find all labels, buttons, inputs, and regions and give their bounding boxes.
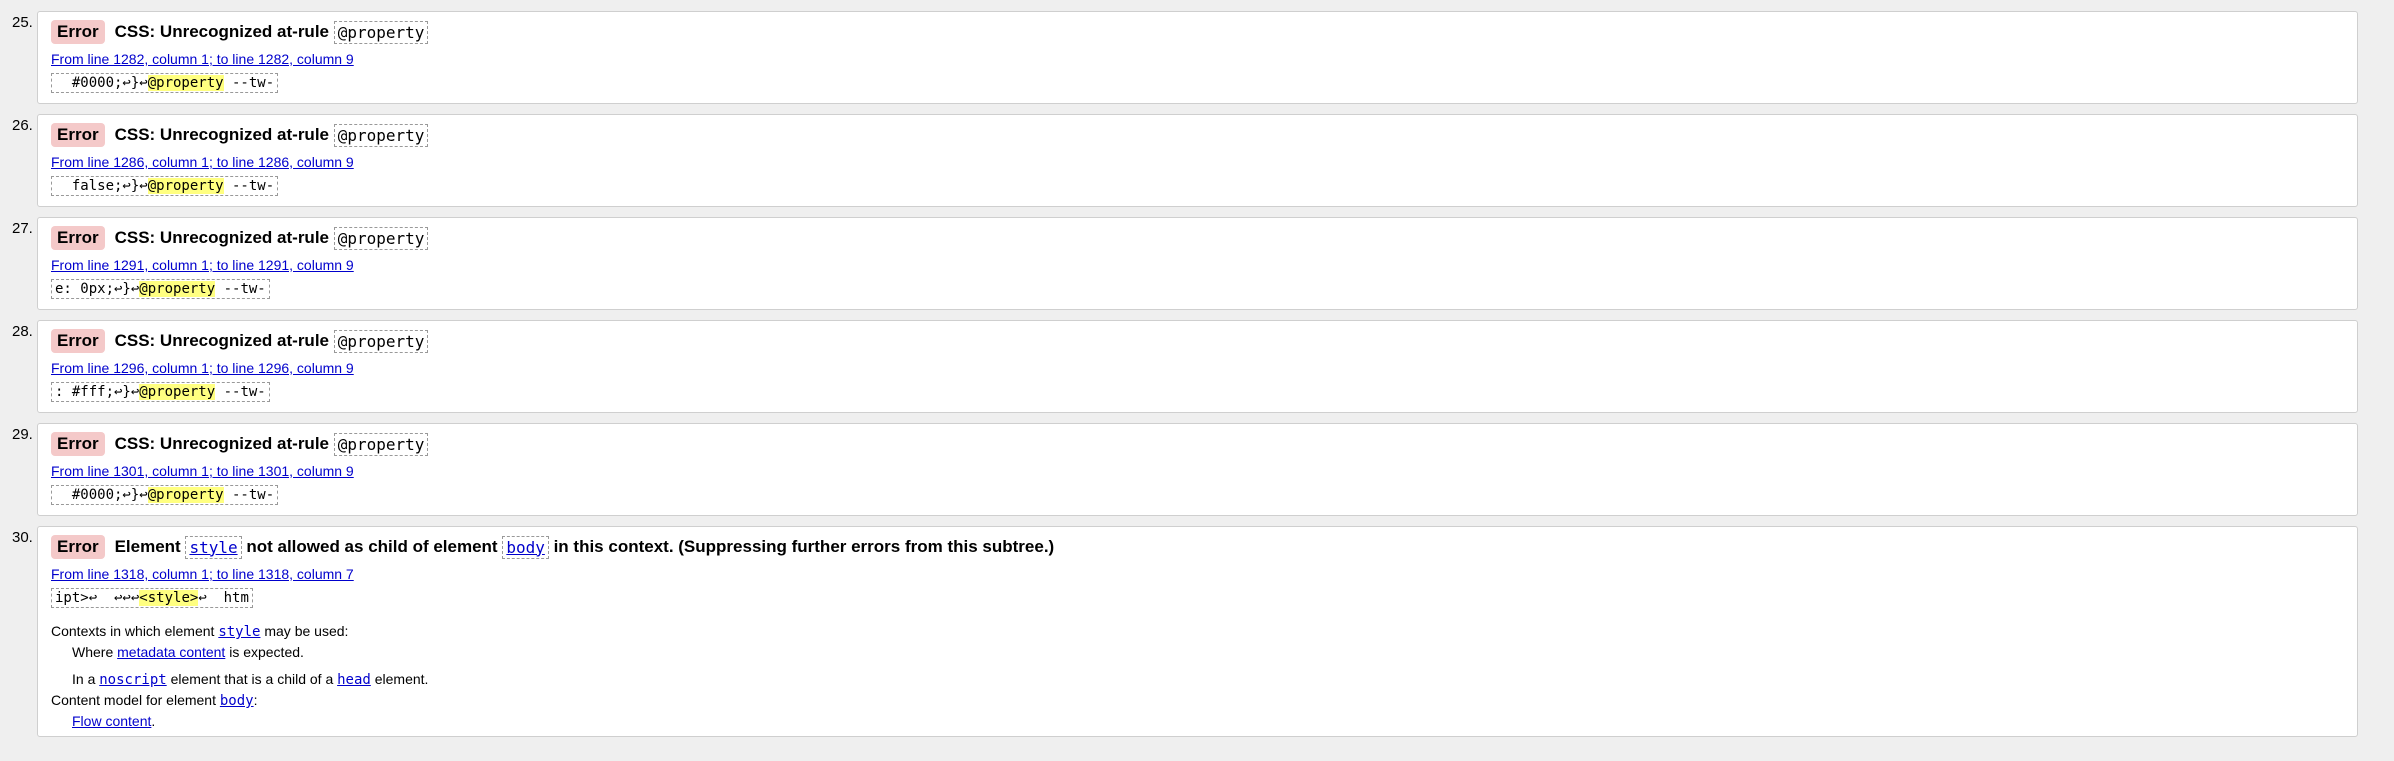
extract-text: --tw- xyxy=(223,75,275,91)
message-title: Error Element style not allowed as child… xyxy=(51,535,1054,559)
message-code: @property xyxy=(333,20,429,44)
message-number: 30. xyxy=(12,529,33,546)
extract-highlight: <style> xyxy=(139,590,199,606)
info-text: may be used: xyxy=(260,623,349,639)
extract-text: #0000;↩}↩ xyxy=(55,487,148,503)
content-model-flow: Flow content. xyxy=(72,713,155,729)
flow-content-link[interactable]: Flow content xyxy=(72,713,151,729)
message-title: Error CSS: Unrecognized at-rule @propert… xyxy=(51,226,429,250)
source-extract: false;↩}↩@property --tw- xyxy=(51,176,279,196)
extract-text: e: 0px;↩}↩ xyxy=(55,281,140,297)
location-link[interactable]: From line 1296, column 1; to line 1296, … xyxy=(51,360,354,376)
message-code: @property xyxy=(333,123,429,147)
style-element-link[interactable]: style xyxy=(218,624,260,640)
context-in-a: In a noscript element that is a child of… xyxy=(72,671,428,688)
extract-highlight: @property xyxy=(139,281,216,297)
content-model-line: Content model for element body: xyxy=(51,692,257,709)
extract-text: #0000;↩}↩ xyxy=(55,75,148,91)
info-text: Where xyxy=(72,644,118,660)
info-text: element that is a child of a xyxy=(166,671,338,687)
source-extract: e: 0px;↩}↩@property --tw- xyxy=(51,279,270,299)
message-title: Error CSS: Unrecognized at-rule @propert… xyxy=(51,123,429,147)
body-element-link[interactable]: body xyxy=(220,693,254,709)
extract-text: --tw- xyxy=(223,487,275,503)
extract-highlight: @property xyxy=(147,178,224,194)
metadata-content-link[interactable]: metadata content xyxy=(117,644,225,660)
head-element-link[interactable]: head xyxy=(337,672,371,688)
extract-text: --tw- xyxy=(215,384,266,400)
extract-text: --tw- xyxy=(215,281,266,297)
message-box: Error CSS: Unrecognized at-rule @propert… xyxy=(37,217,2358,310)
location-link[interactable]: From line 1291, column 1; to line 1291, … xyxy=(51,257,354,273)
message-code: @property xyxy=(333,432,429,456)
source-extract: #0000;↩}↩@property --tw- xyxy=(51,485,279,505)
message-number: 25. xyxy=(12,14,33,31)
message-code: @property xyxy=(333,226,429,250)
message-text: CSS: Unrecognized at-rule xyxy=(114,125,329,144)
message-number: 29. xyxy=(12,426,33,443)
error-badge: Error xyxy=(51,432,105,456)
message-number: 27. xyxy=(12,220,33,237)
extract-text: --tw- xyxy=(223,178,275,194)
extract-text: : #fff;↩}↩ xyxy=(55,384,140,400)
info-text: Contexts in which element xyxy=(51,623,219,639)
element-body-link[interactable]: body xyxy=(502,535,549,559)
extract-text: ipt>↩ ↩↩↩ xyxy=(55,590,140,606)
info-text: Content model for element xyxy=(51,692,220,708)
message-box: Error Element style not allowed as child… xyxy=(37,526,2358,737)
location-link[interactable]: From line 1286, column 1; to line 1286, … xyxy=(51,154,354,170)
message-box: Error CSS: Unrecognized at-rule @propert… xyxy=(37,423,2358,516)
message-text: CSS: Unrecognized at-rule xyxy=(114,434,329,453)
message-box: Error CSS: Unrecognized at-rule @propert… xyxy=(37,114,2358,207)
location-link[interactable]: From line 1301, column 1; to line 1301, … xyxy=(51,463,354,479)
message-title: Error CSS: Unrecognized at-rule @propert… xyxy=(51,329,429,353)
message-text: not allowed as child of element xyxy=(241,537,503,556)
location-link[interactable]: From line 1318, column 1; to line 1318, … xyxy=(51,566,354,582)
info-text: : xyxy=(253,692,258,708)
message-number: 28. xyxy=(12,323,33,340)
message-text: in this context. (Suppressing further er… xyxy=(548,537,1055,556)
location-link[interactable]: From line 1282, column 1; to line 1282, … xyxy=(51,51,354,67)
message-title: Error CSS: Unrecognized at-rule @propert… xyxy=(51,20,429,44)
message-box: Error CSS: Unrecognized at-rule @propert… xyxy=(37,11,2358,104)
info-text: In a xyxy=(72,671,100,687)
message-text: CSS: Unrecognized at-rule xyxy=(114,228,329,247)
message-number: 26. xyxy=(12,117,33,134)
info-text: element. xyxy=(370,671,429,687)
error-badge: Error xyxy=(51,535,105,559)
message-title: Error CSS: Unrecognized at-rule @propert… xyxy=(51,432,429,456)
message-text: Element xyxy=(114,537,186,556)
message-code: @property xyxy=(333,329,429,353)
source-extract: : #fff;↩}↩@property --tw- xyxy=(51,382,270,402)
extract-highlight: @property xyxy=(147,75,224,91)
error-badge: Error xyxy=(51,226,105,250)
message-box: Error CSS: Unrecognized at-rule @propert… xyxy=(37,320,2358,413)
source-extract: ipt>↩ ↩↩↩<style>↩ htm xyxy=(51,588,253,608)
extract-highlight: @property xyxy=(147,487,224,503)
extract-text: ↩ htm xyxy=(198,590,249,606)
noscript-element-link[interactable]: noscript xyxy=(99,672,166,688)
error-badge: Error xyxy=(51,329,105,353)
info-text: . xyxy=(151,713,156,729)
context-where: Where metadata content is expected. xyxy=(72,644,304,660)
extract-text: false;↩}↩ xyxy=(55,178,148,194)
extract-highlight: @property xyxy=(139,384,216,400)
contexts-line: Contexts in which element style may be u… xyxy=(51,623,348,640)
error-badge: Error xyxy=(51,123,105,147)
source-extract: #0000;↩}↩@property --tw- xyxy=(51,73,279,93)
error-badge: Error xyxy=(51,20,105,44)
message-text: CSS: Unrecognized at-rule xyxy=(114,331,329,350)
message-text: CSS: Unrecognized at-rule xyxy=(114,22,329,41)
info-text: is expected. xyxy=(225,644,304,660)
element-style-link[interactable]: style xyxy=(185,535,242,559)
